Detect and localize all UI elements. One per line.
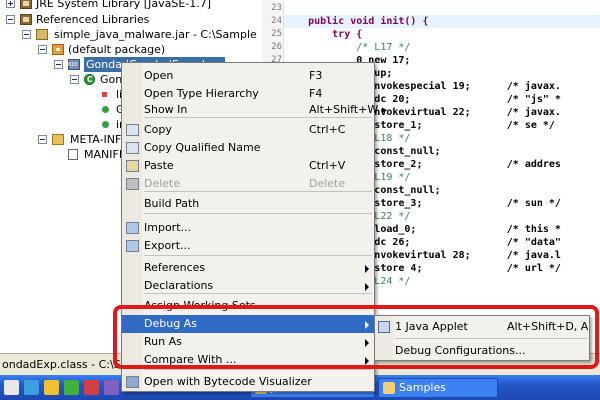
applet-icon bbox=[378, 321, 390, 333]
app-icon[interactable] bbox=[104, 380, 119, 395]
library-icon bbox=[20, 0, 32, 9]
submenu-arrow-icon bbox=[365, 357, 369, 365]
collapse-icon[interactable] bbox=[22, 30, 31, 39]
menu-item-show-in[interactable]: Show In Alt+Shift+W ▸ bbox=[122, 101, 387, 119]
explorer-icon[interactable] bbox=[44, 380, 59, 395]
library-icon bbox=[20, 14, 32, 25]
copy-icon bbox=[126, 124, 139, 136]
menu-item-assign-working-sets[interactable]: Assign Working Sets... bbox=[122, 297, 374, 315]
line-number: 24 bbox=[271, 16, 282, 26]
menu-item-java-applet[interactable]: 1 Java Applet Alt+Shift+D, A bbox=[375, 318, 589, 336]
collapse-icon[interactable] bbox=[38, 135, 47, 144]
desktop-icon[interactable] bbox=[4, 380, 19, 395]
menu-item-build-path[interactable]: Build Path bbox=[122, 195, 374, 213]
menu-item-import[interactable]: Import... bbox=[122, 219, 374, 237]
collapse-icon[interactable] bbox=[38, 45, 47, 54]
context-menu: Open F3 Open Type Hierarchy F4 Show In Alt+Sh… bbox=[121, 62, 387, 392]
export-icon bbox=[126, 240, 139, 252]
submenu-arrow-icon bbox=[365, 265, 369, 273]
browser-icon[interactable] bbox=[24, 380, 39, 395]
menu-item-copy[interactable]: Copy Ctrl+C bbox=[122, 121, 374, 139]
menu-item-delete[interactable]: Delete Delete bbox=[122, 175, 374, 193]
menu-item-compare-with[interactable]: Compare With ... bbox=[122, 351, 374, 369]
collapse-icon[interactable] bbox=[6, 15, 15, 24]
code-line[interactable]: /* L17 */ bbox=[284, 41, 600, 54]
menu-separator bbox=[144, 369, 372, 370]
line-number: 23 bbox=[271, 3, 282, 13]
menu-item-references[interactable]: References bbox=[122, 259, 374, 277]
menu-item-copy-qualified-name[interactable]: Copy Qualified Name bbox=[122, 139, 374, 157]
class-file-icon bbox=[68, 58, 80, 73]
method-icon bbox=[102, 106, 109, 113]
code-line[interactable]: try { bbox=[284, 28, 600, 41]
import-icon bbox=[126, 222, 139, 234]
file-icon bbox=[68, 149, 78, 160]
field-icon bbox=[102, 92, 107, 97]
method-icon bbox=[102, 121, 109, 128]
collapse-icon[interactable] bbox=[70, 75, 79, 84]
taskbar-samples-button[interactable]: Samples bbox=[378, 378, 498, 398]
menu-item-run-as[interactable]: Run As bbox=[122, 333, 374, 351]
menu-item-open[interactable]: Open F3 bbox=[122, 67, 374, 85]
menu-separator bbox=[144, 213, 372, 214]
folder-icon bbox=[52, 134, 64, 145]
submenu-arrow-icon bbox=[365, 283, 369, 291]
code-line[interactable] bbox=[284, 2, 600, 15]
menu-item-debug-as[interactable]: Debug As bbox=[122, 315, 374, 333]
package-icon bbox=[52, 44, 64, 55]
menu-separator bbox=[144, 255, 372, 256]
app-icon[interactable] bbox=[64, 380, 79, 395]
delete-icon bbox=[126, 178, 139, 190]
expand-icon[interactable] bbox=[6, 0, 15, 8]
paste-icon bbox=[126, 160, 139, 172]
code-line[interactable]: public void init() { bbox=[284, 15, 600, 28]
menu-item-paste[interactable]: Paste Ctrl+V bbox=[122, 157, 374, 175]
bytecode-visualizer-icon bbox=[126, 376, 139, 388]
menu-item-open-with-bytecode-visualizer[interactable]: Open with Bytecode Visualizer bbox=[122, 373, 374, 391]
line-number: 25 bbox=[271, 29, 282, 39]
menu-item-debug-configurations[interactable]: Debug Configurations... bbox=[375, 342, 589, 360]
submenu-arrow-icon bbox=[365, 339, 369, 347]
copy-icon bbox=[126, 142, 139, 154]
debug-as-submenu: 1 Java Applet Alt+Shift+D, A Debug Confi… bbox=[374, 315, 590, 361]
menu-item-export[interactable]: Export... bbox=[122, 237, 374, 255]
jar-icon bbox=[36, 29, 48, 40]
class-icon bbox=[84, 72, 95, 87]
collapse-icon[interactable] bbox=[54, 60, 63, 69]
menu-item-declarations[interactable]: Declarations bbox=[122, 277, 374, 295]
app-icon[interactable] bbox=[84, 380, 99, 395]
menu-separator bbox=[395, 338, 587, 339]
submenu-arrow-icon bbox=[365, 321, 369, 329]
line-number: 26 bbox=[271, 42, 282, 52]
